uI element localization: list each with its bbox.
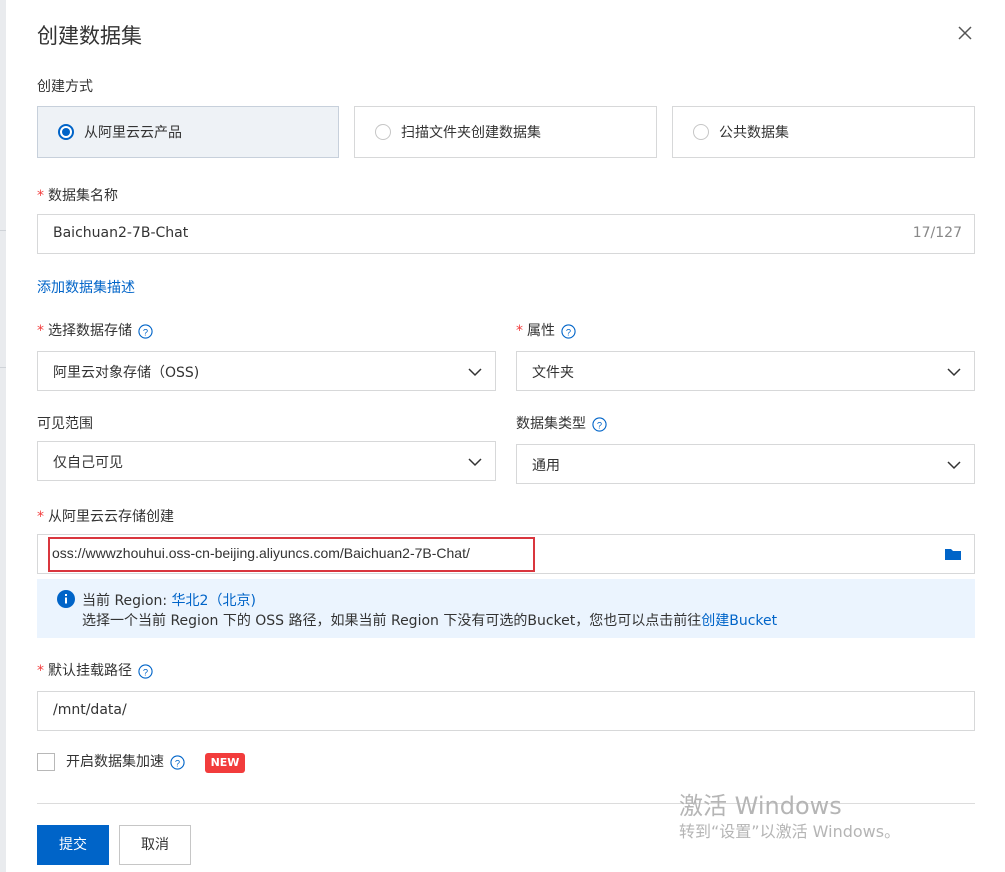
region-info-banner: 当前 Region: 华北2（北京) 选择一个当前 Region 下的 OSS … <box>37 579 975 638</box>
oss-source-label-text: 从阿里云云存储创建 <box>48 509 174 525</box>
option-aliyun-product[interactable]: 从阿里云云产品 <box>37 106 339 158</box>
dialog-title: 创建数据集 <box>37 24 142 48</box>
info-icon <box>57 590 75 608</box>
edge-tick <box>0 367 6 368</box>
close-icon[interactable] <box>955 23 975 43</box>
help-icon[interactable]: ? <box>138 323 153 339</box>
chevron-down-icon <box>468 368 482 377</box>
required-mark: * <box>37 509 44 525</box>
option-label: 扫描文件夹创建数据集 <box>401 125 541 141</box>
char-counter: 17/127 <box>912 225 962 241</box>
dataset-name-label-text: 数据集名称 <box>48 188 118 204</box>
chevron-down-icon <box>947 368 961 377</box>
storage-label-text: 选择数据存储 <box>48 323 132 339</box>
required-mark: * <box>516 323 523 339</box>
help-icon[interactable]: ? <box>138 663 153 679</box>
creation-method-label: 创建方式 <box>37 79 93 95</box>
dataset-name-label: * 数据集名称 <box>37 186 118 206</box>
radio-icon[interactable] <box>375 124 391 140</box>
acceleration-label: 开启数据集加速? <box>66 752 185 772</box>
required-mark: * <box>37 663 44 679</box>
mount-path-label-text: 默认挂载路径 <box>48 663 132 679</box>
dataset-name-input[interactable]: Baichuan2-7B-Chat 17/127 <box>37 214 975 254</box>
highlight-annotation-box <box>48 537 535 572</box>
visibility-value: 仅自己可见 <box>53 455 123 471</box>
property-select[interactable]: 文件夹 <box>516 351 975 391</box>
storage-select[interactable]: 阿里云对象存储（OSS) <box>37 351 496 391</box>
cancel-button[interactable]: 取消 <box>119 825 191 865</box>
chevron-down-icon <box>468 458 482 467</box>
create-bucket-link[interactable]: 创建Bucket <box>701 613 777 629</box>
option-label: 从阿里云云产品 <box>84 125 182 141</box>
svg-text:?: ? <box>597 420 602 430</box>
activation-watermark-subtitle: 转到“设置”以激活 Windows。 <box>679 822 901 841</box>
region-line: 当前 Region: 华北2（北京) <box>82 590 256 610</box>
add-description-link[interactable]: 添加数据集描述 <box>37 277 135 297</box>
acceleration-checkbox[interactable] <box>37 753 55 771</box>
region-link[interactable]: 华北2（北京) <box>172 593 256 609</box>
svg-text:?: ? <box>143 667 148 677</box>
option-scan-folder[interactable]: 扫描文件夹创建数据集 <box>354 106 657 158</box>
acceleration-label-text: 开启数据集加速 <box>66 754 164 770</box>
mount-path-input[interactable]: /mnt/data/ <box>37 691 975 731</box>
svg-text:?: ? <box>143 327 148 337</box>
new-badge: NEW <box>205 753 245 773</box>
mount-path-label: * 默认挂载路径? <box>37 661 153 681</box>
region-prefix: 当前 Region: <box>82 593 172 609</box>
folder-icon[interactable] <box>944 546 962 562</box>
property-label-text: 属性 <box>527 323 555 339</box>
svg-text:?: ? <box>175 758 180 768</box>
region-hint-text: 选择一个当前 Region 下的 OSS 路径，如果当前 Region 下没有可… <box>82 613 702 629</box>
required-mark: * <box>37 188 44 204</box>
property-value: 文件夹 <box>532 365 574 381</box>
submit-button[interactable]: 提交 <box>37 825 109 865</box>
oss-source-label: * 从阿里云云存储创建 <box>37 507 174 527</box>
option-label: 公共数据集 <box>719 125 789 141</box>
dataset-type-label-text: 数据集类型 <box>516 416 586 432</box>
activation-watermark-title: 激活 Windows <box>679 792 842 820</box>
help-icon[interactable]: ? <box>592 416 607 432</box>
storage-label: * 选择数据存储? <box>37 321 153 341</box>
mount-path-value: /mnt/data/ <box>53 702 127 718</box>
dataset-type-value: 通用 <box>532 458 560 474</box>
required-mark: * <box>37 323 44 339</box>
storage-value: 阿里云对象存储（OSS) <box>53 365 200 381</box>
dataset-type-label: 数据集类型? <box>516 414 607 434</box>
svg-text:?: ? <box>566 327 571 337</box>
property-label: * 属性? <box>516 321 576 341</box>
background-page-edge <box>0 0 6 872</box>
dataset-name-value: Baichuan2-7B-Chat <box>53 225 189 241</box>
visibility-select[interactable]: 仅自己可见 <box>37 441 496 481</box>
radio-icon[interactable] <box>693 124 709 140</box>
help-icon[interactable]: ? <box>170 754 185 770</box>
chevron-down-icon <box>947 461 961 470</box>
radio-selected-icon[interactable] <box>58 124 74 140</box>
visibility-label: 可见范围 <box>37 416 93 432</box>
edge-tick <box>0 230 6 231</box>
region-hint-line: 选择一个当前 Region 下的 OSS 路径，如果当前 Region 下没有可… <box>82 610 777 630</box>
help-icon[interactable]: ? <box>561 323 576 339</box>
dataset-type-select[interactable]: 通用 <box>516 444 975 484</box>
option-public-dataset[interactable]: 公共数据集 <box>672 106 975 158</box>
